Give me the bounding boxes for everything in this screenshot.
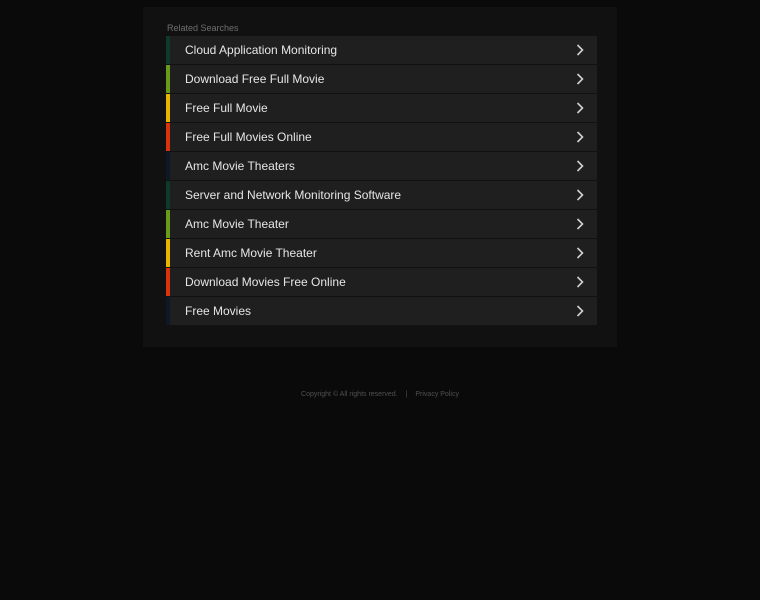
color-stripe (166, 152, 170, 180)
chevron-right-icon (576, 247, 584, 259)
related-search-item[interactable]: Rent Amc Movie Theater (166, 239, 597, 267)
chevron-right-icon (576, 160, 584, 172)
related-searches-panel: Related Searches Cloud Application Monit… (143, 7, 617, 347)
color-stripe (166, 94, 170, 122)
chevron-right-icon (576, 131, 584, 143)
chevron-right-icon (576, 305, 584, 317)
related-search-label: Cloud Application Monitoring (185, 43, 338, 57)
color-stripe (166, 36, 170, 64)
related-search-item[interactable]: Free Movies (166, 297, 597, 325)
chevron-right-icon (576, 102, 584, 114)
chevron-right-icon (576, 44, 584, 56)
related-search-item[interactable]: Download Free Full Movie (166, 65, 597, 93)
chevron-right-icon (576, 276, 584, 288)
related-search-label: Free Movies (185, 304, 252, 318)
privacy-policy-link[interactable]: Privacy Policy (415, 391, 459, 398)
related-search-item[interactable]: Server and Network Monitoring Software (166, 181, 597, 209)
related-search-item[interactable]: Amc Movie Theater (166, 210, 597, 238)
related-search-label: Amc Movie Theater (185, 217, 289, 231)
related-search-label: Free Full Movie (185, 101, 268, 115)
related-search-label: Amc Movie Theaters (185, 159, 295, 173)
related-searches-list: Cloud Application Monitoring Download Fre… (166, 36, 597, 326)
color-stripe (166, 297, 170, 325)
related-search-item[interactable]: Amc Movie Theaters (166, 152, 597, 180)
color-stripe (166, 268, 170, 296)
color-stripe (166, 239, 170, 267)
color-stripe (166, 210, 170, 238)
chevron-right-icon (576, 73, 584, 85)
chevron-right-icon (576, 218, 584, 230)
color-stripe (166, 181, 170, 209)
related-searches-heading: Related Searches (167, 23, 239, 33)
color-stripe (166, 123, 170, 151)
related-search-item[interactable]: Free Full Movie (166, 94, 597, 122)
color-stripe (166, 65, 170, 93)
related-search-item[interactable]: Cloud Application Monitoring (166, 36, 597, 64)
related-search-label: Free Full Movies Online (185, 130, 312, 144)
footer: Copyright © All rights reserved. | Priva… (0, 391, 760, 398)
related-search-label: Rent Amc Movie Theater (185, 246, 317, 260)
chevron-right-icon (576, 189, 584, 201)
related-search-item[interactable]: Download Movies Free Online (166, 268, 597, 296)
footer-separator: | (405, 391, 408, 398)
related-search-label: Server and Network Monitoring Software (185, 188, 402, 202)
copyright-text: Copyright © All rights reserved. (301, 391, 398, 398)
related-search-label: Download Free Full Movie (185, 72, 325, 86)
related-search-label: Download Movies Free Online (185, 275, 346, 289)
related-search-item[interactable]: Free Full Movies Online (166, 123, 597, 151)
